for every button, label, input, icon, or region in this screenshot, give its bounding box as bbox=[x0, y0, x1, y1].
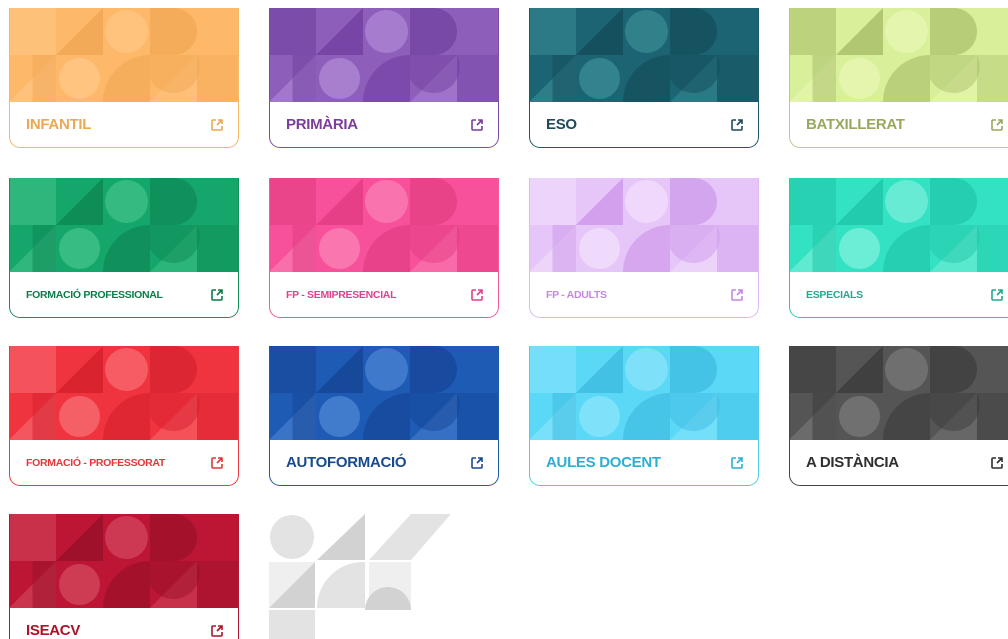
portal-card-especials[interactable]: ESPECIALS bbox=[789, 178, 1008, 318]
card-footer: AULES DOCENT bbox=[530, 440, 758, 485]
card-footer: FP - SEMIPRESENCIAL bbox=[270, 272, 498, 317]
card-footer: ESO bbox=[530, 102, 758, 147]
card-footer: ESPECIALS bbox=[790, 272, 1008, 317]
card-banner-pattern bbox=[10, 514, 238, 608]
portal-card-batxillerat[interactable]: BATXILLERAT bbox=[789, 8, 1008, 148]
card-label: A DISTÀNCIA bbox=[806, 454, 899, 471]
card-banner-pattern bbox=[270, 8, 498, 102]
card-label: ESO bbox=[546, 116, 577, 133]
card-label: INFANTIL bbox=[26, 116, 92, 133]
card-banner-pattern bbox=[530, 346, 758, 440]
portal-card-infantil[interactable]: INFANTIL bbox=[9, 8, 239, 148]
portal-card-a-distancia[interactable]: A DISTÀNCIA bbox=[789, 346, 1008, 486]
portal-card-formacio-professorat[interactable]: FORMACIÓ - PROFESSORAT bbox=[9, 346, 239, 486]
card-banner-pattern bbox=[790, 346, 1008, 440]
card-footer: AUTOFORMACIÓ bbox=[270, 440, 498, 485]
card-label: AULES DOCENT bbox=[546, 454, 661, 471]
portal-card-aules-docent[interactable]: AULES DOCENT bbox=[529, 346, 759, 486]
portal-card-grid: INFANTIL PRIMÀRIA ESO BATXILLERAT FORMACIÓ P… bbox=[0, 0, 1008, 639]
card-label: PRIMÀRIA bbox=[286, 116, 358, 133]
card-label: AUTOFORMACIÓ bbox=[286, 454, 407, 471]
card-footer: BATXILLERAT bbox=[790, 102, 1008, 147]
card-footer: FORMACIÓ - PROFESSORAT bbox=[10, 440, 238, 485]
card-label: FP - ADULTS bbox=[546, 288, 607, 301]
external-link-icon bbox=[731, 118, 743, 131]
portal-card-eso[interactable]: ESO bbox=[529, 8, 759, 148]
card-banner-pattern bbox=[270, 346, 498, 440]
external-link-icon bbox=[211, 624, 223, 637]
placeholder-pattern bbox=[269, 514, 459, 639]
external-link-icon bbox=[991, 118, 1003, 131]
portal-card-formacio-professional[interactable]: FORMACIÓ PROFESSIONAL bbox=[9, 178, 239, 318]
card-footer: ISEACV bbox=[10, 608, 238, 639]
card-label: FP - SEMIPRESENCIAL bbox=[286, 288, 397, 301]
external-link-icon bbox=[471, 456, 483, 469]
portal-card-fp-semipresencial[interactable]: FP - SEMIPRESENCIAL bbox=[269, 178, 499, 318]
card-footer: PRIMÀRIA bbox=[270, 102, 498, 147]
card-banner-pattern bbox=[790, 178, 1008, 272]
card-footer: INFANTIL bbox=[10, 102, 238, 147]
card-footer: FORMACIÓ PROFESSIONAL bbox=[10, 272, 238, 317]
external-link-icon bbox=[731, 456, 743, 469]
external-link-icon bbox=[471, 118, 483, 131]
external-link-icon bbox=[991, 288, 1003, 301]
card-label: BATXILLERAT bbox=[806, 116, 905, 133]
card-label: FORMACIÓ PROFESSIONAL bbox=[26, 288, 163, 301]
external-link-icon bbox=[471, 288, 483, 301]
card-banner-pattern bbox=[270, 178, 498, 272]
card-footer: FP - ADULTS bbox=[530, 272, 758, 317]
external-link-icon bbox=[731, 288, 743, 301]
card-banner-pattern bbox=[10, 178, 238, 272]
card-label: FORMACIÓ - PROFESSORAT bbox=[26, 456, 166, 469]
card-banner-pattern bbox=[10, 8, 238, 102]
card-label: ESPECIALS bbox=[806, 288, 863, 301]
external-link-icon bbox=[211, 118, 223, 131]
portal-card-primaria[interactable]: PRIMÀRIA bbox=[269, 8, 499, 148]
card-banner-pattern bbox=[530, 178, 758, 272]
external-link-icon bbox=[211, 288, 223, 301]
portal-card-fp-adults[interactable]: FP - ADULTS bbox=[529, 178, 759, 318]
portal-card-autoformacio[interactable]: AUTOFORMACIÓ bbox=[269, 346, 499, 486]
external-link-icon bbox=[991, 456, 1003, 469]
card-label: ISEACV bbox=[26, 622, 81, 639]
portal-card-iseacv[interactable]: ISEACV bbox=[9, 514, 239, 639]
card-footer: A DISTÀNCIA bbox=[790, 440, 1008, 485]
card-banner-pattern bbox=[10, 346, 238, 440]
external-link-icon bbox=[211, 456, 223, 469]
card-banner-pattern bbox=[530, 8, 758, 102]
card-banner-pattern bbox=[790, 8, 1008, 102]
